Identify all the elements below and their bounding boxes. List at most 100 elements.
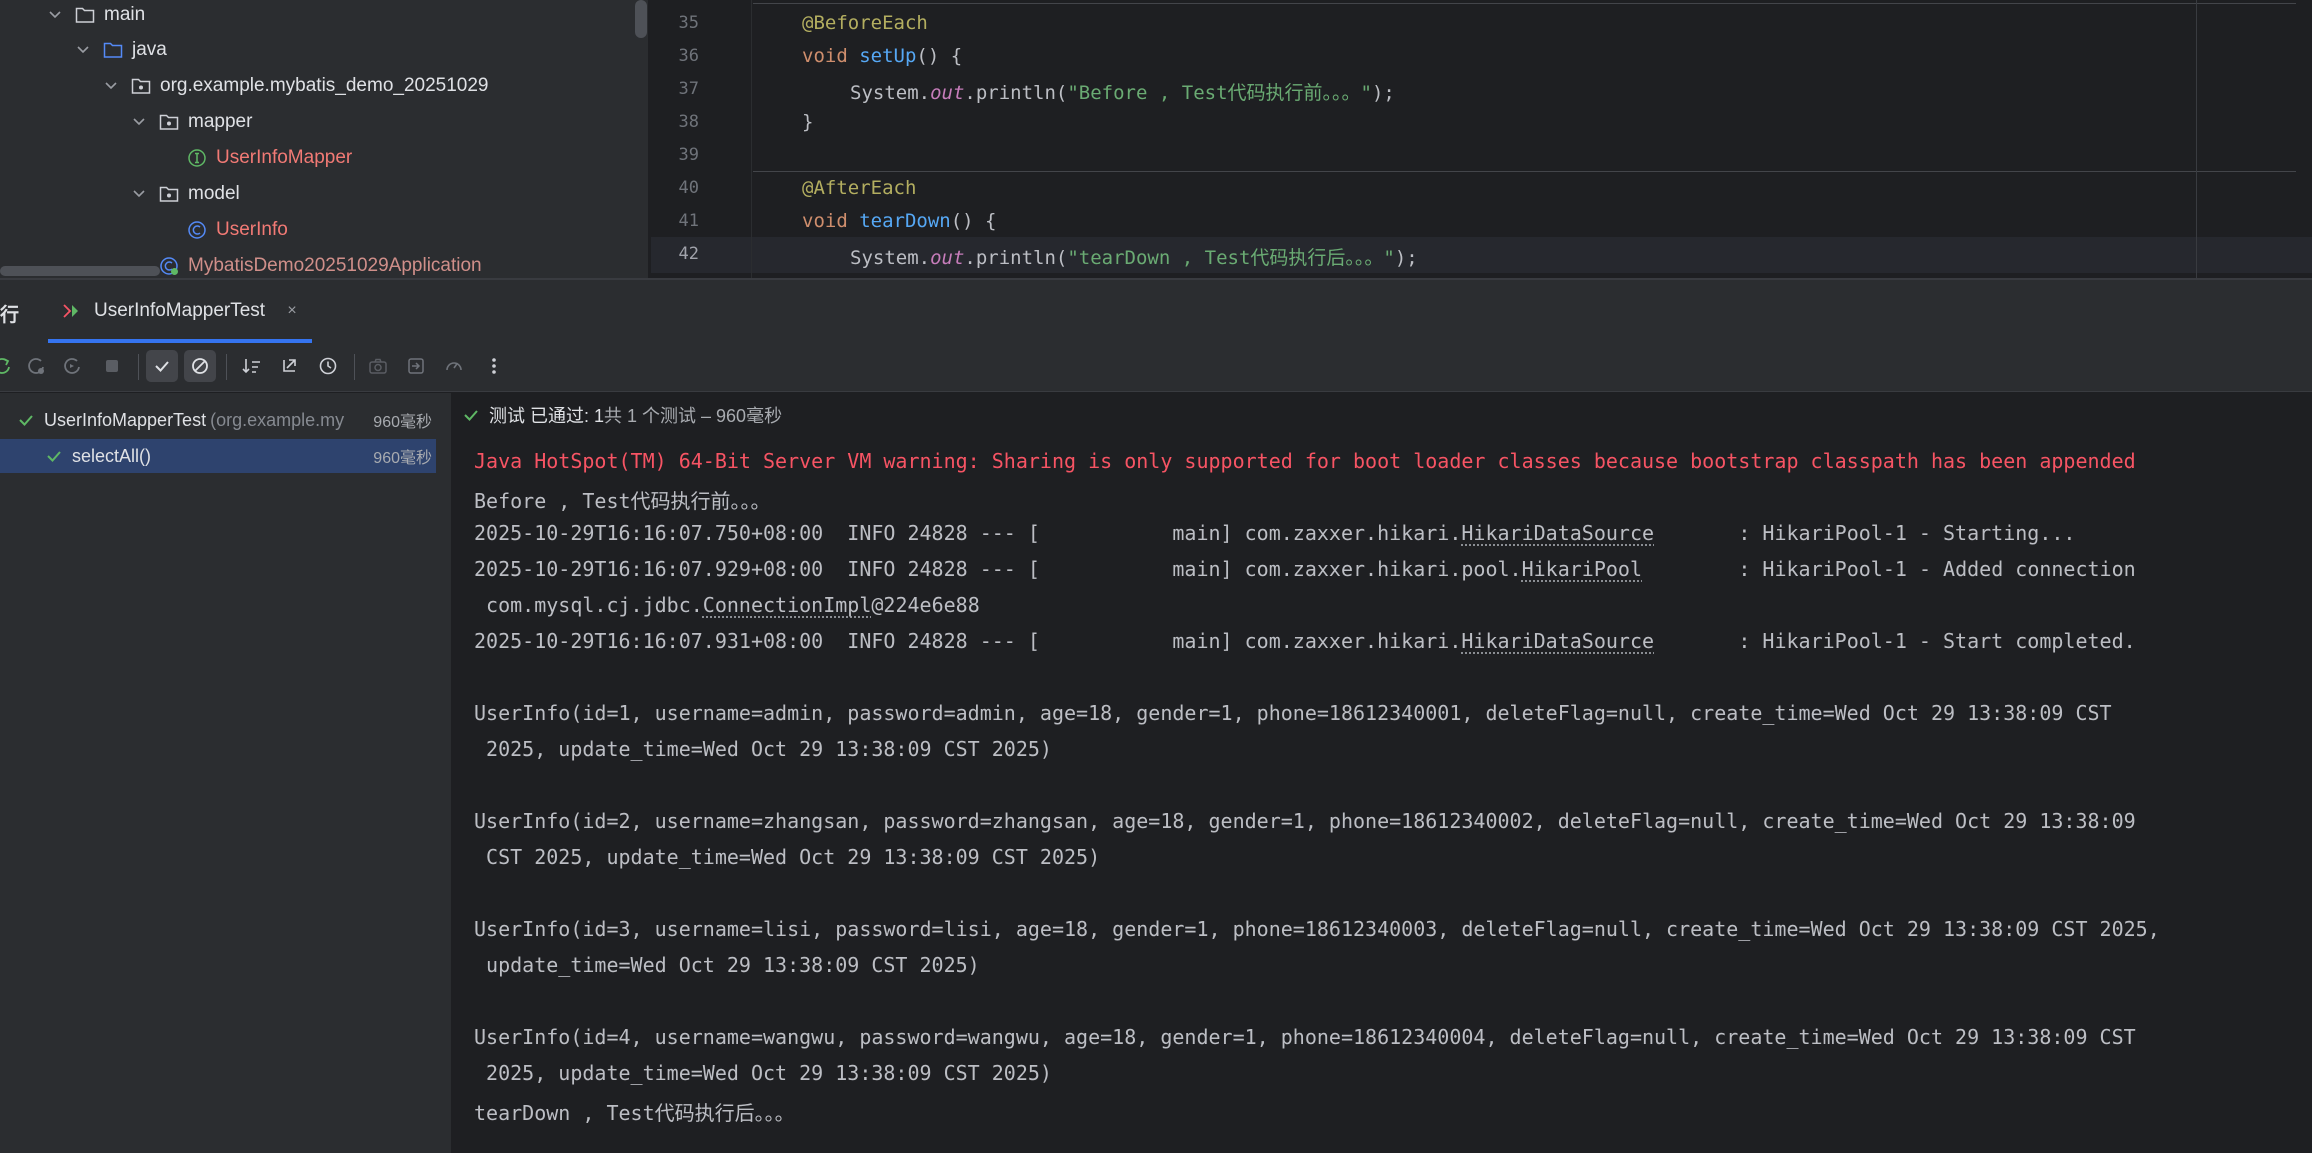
method-name: tearDown — [859, 210, 951, 232]
screenshot-icon[interactable] — [362, 350, 394, 382]
active-tab-indicator — [48, 339, 312, 343]
console-line-log: com.mysql.cj.jdbc.ConnectionImpl@224e6e8… — [474, 593, 980, 617]
code-line-37: System.out.println("Before , Test代码执行前。。… — [850, 78, 1395, 105]
chevron-down-icon[interactable] — [102, 77, 120, 95]
line-number: 36 — [678, 46, 699, 66]
tree-item-mapper[interactable]: mapper — [0, 104, 640, 140]
code-text: System. — [850, 247, 931, 269]
tab-label: UserInfoMapperTest — [94, 300, 266, 321]
console-line-log: 2025-10-29T16:16:07.750+08:00 INFO 24828… — [474, 521, 2075, 545]
log-text: 2025-10-29T16:16:07.929+08:00 INFO 24828… — [474, 557, 1522, 581]
log-text: : HikariPool-1 - Start completed. — [1654, 629, 2136, 653]
log-text: 2025-10-29T16:16:07.931+08:00 INFO 24828… — [474, 629, 1462, 653]
folder-icon — [74, 4, 96, 26]
chevron-down-icon[interactable] — [46, 6, 64, 24]
stop-icon[interactable] — [96, 350, 128, 382]
run-window-title: 行 — [0, 305, 20, 326]
toolbar-separator — [138, 354, 139, 380]
code-text: () { — [950, 210, 997, 232]
show-passed-icon[interactable] — [146, 350, 178, 382]
annotation: @BeforeEach — [802, 12, 928, 34]
tree-item-label: java — [132, 39, 167, 60]
test-passed-icon — [16, 410, 36, 430]
test-status-bar: 测试 已通过: 1 共 1 个测试 – 960毫秒 — [453, 393, 2312, 437]
console-output[interactable]: Java HotSpot(TM) 64-Bit Server VM warnin… — [453, 437, 2312, 1153]
tab-userinfomappertest[interactable]: UserInfoMapperTest × — [48, 280, 312, 342]
project-tree: main java org.example.mybatis_demo_20251… — [0, 0, 648, 278]
console-line: tearDown , Test代码执行后。。。 — [474, 1101, 795, 1125]
tree-item-root-package[interactable]: org.example.mybatis_demo_20251029 — [0, 68, 640, 104]
show-ignored-icon[interactable] — [184, 350, 216, 382]
code-text: .println( — [964, 247, 1068, 269]
keyword: void — [802, 45, 848, 67]
test-results-tree: UserInfoMapperTest (org.example.my 960毫秒… — [0, 393, 451, 1153]
console-line: UserInfo(id=2, username=zhangsan, passwo… — [474, 809, 2136, 833]
toolbar-separator — [226, 354, 227, 380]
class-link[interactable]: HikariDataSource — [1461, 521, 1654, 545]
coverage-icon[interactable] — [438, 350, 470, 382]
more-icon[interactable] — [478, 350, 510, 382]
tree-item-java[interactable]: java — [0, 32, 640, 68]
class-icon — [186, 219, 208, 241]
code-line-38: } — [802, 111, 813, 133]
tree-item-label: mapper — [188, 111, 253, 132]
tests-passed-label: 测试 已通过: 1 — [489, 406, 605, 426]
console-line-log: 2025-10-29T16:16:07.929+08:00 INFO 24828… — [474, 557, 2136, 581]
code-editor[interactable]: 35 36 37 38 39 40 41 42 @BeforeEach void… — [651, 0, 2312, 278]
line-number: 35 — [678, 13, 699, 33]
annotation: @AfterEach — [802, 177, 917, 199]
tree-item-label: model — [188, 183, 240, 204]
export-icon[interactable] — [400, 350, 432, 382]
console-line: UserInfo(id=3, username=lisi, password=l… — [474, 917, 2160, 941]
rerun-failed-icon[interactable] — [20, 350, 52, 382]
history-icon[interactable] — [312, 350, 344, 382]
close-icon[interactable]: × — [283, 302, 301, 320]
console-line-warning: Java HotSpot(TM) 64-Bit Server VM warnin… — [474, 449, 2136, 473]
spring-class-icon — [158, 255, 180, 277]
console-line: 2025, update_time=Wed Oct 29 13:38:09 CS… — [474, 737, 1052, 761]
tree-item-label: org.example.mybatis_demo_20251029 — [160, 75, 489, 96]
code-text: System. — [850, 82, 931, 104]
console-line: UserInfo(id=1, username=admin, password=… — [474, 701, 2112, 725]
test-method-row[interactable]: selectAll() 960毫秒 — [0, 439, 436, 473]
right-margin-guide — [2196, 0, 2197, 278]
class-link[interactable]: HikariPool — [1522, 557, 1642, 581]
toggle-auto-test-icon[interactable] — [56, 350, 88, 382]
tree-item-main[interactable]: main — [0, 0, 640, 33]
chevron-down-icon[interactable] — [130, 113, 148, 131]
log-text: : HikariPool-1 - Starting... — [1654, 521, 2076, 545]
chevron-down-icon[interactable] — [130, 185, 148, 203]
line-number: 39 — [678, 145, 699, 165]
string-literal: "Before , Test代码执行前。。。" — [1067, 82, 1372, 104]
interface-icon — [186, 147, 208, 169]
keyword: void — [802, 210, 848, 232]
chevron-down-icon[interactable] — [74, 41, 92, 59]
test-class-icon — [62, 301, 82, 321]
tree-item-label: UserInfo — [216, 219, 288, 240]
console-line: 2025, update_time=Wed Oct 29 13:38:09 CS… — [474, 1061, 1052, 1085]
tree-item-label: UserInfoMapper — [216, 147, 353, 168]
class-link[interactable]: HikariDataSource — [1461, 629, 1654, 653]
test-suite-row[interactable]: UserInfoMapperTest (org.example.my 960毫秒 — [0, 403, 436, 437]
tree-vertical-scrollbar[interactable] — [635, 0, 647, 38]
line-number: 37 — [678, 79, 699, 99]
tree-item-userinfo[interactable]: UserInfo — [0, 212, 640, 248]
static-field: out — [930, 82, 965, 104]
log-text: @224e6e88 — [871, 593, 980, 617]
sort-alpha-icon[interactable] — [236, 350, 268, 382]
tree-item-label: main — [104, 4, 146, 25]
tree-item-userinfomapper[interactable]: UserInfoMapper — [0, 140, 640, 176]
code-text: } — [802, 111, 814, 133]
class-link[interactable]: ConnectionImpl — [703, 593, 872, 617]
tree-item-model[interactable]: model — [0, 176, 640, 212]
tree-horizontal-scrollbar[interactable] — [0, 266, 160, 276]
tests-summary: 共 1 个测试 – 960毫秒 — [604, 406, 783, 426]
rerun-icon[interactable] — [0, 350, 18, 382]
method-name: setUp — [859, 45, 917, 67]
console-line: CST 2025, update_time=Wed Oct 29 13:38:0… — [474, 845, 1101, 869]
test-passed-icon — [461, 405, 481, 425]
console-line: update_time=Wed Oct 29 13:38:09 CST 2025… — [474, 953, 980, 977]
code-line-35: @BeforeEach — [802, 12, 928, 34]
collapse-all-icon[interactable] — [274, 350, 306, 382]
code-text: () { — [916, 45, 963, 67]
